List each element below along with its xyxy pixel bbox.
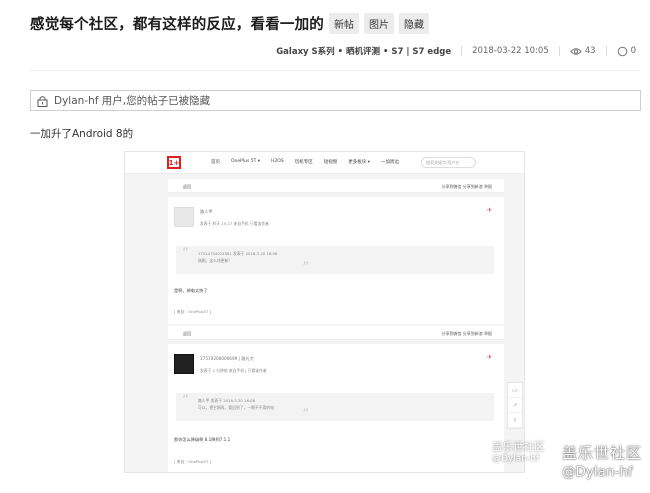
post-toolbar: 返回 分享到微信 分享到新浪 举报 <box>168 326 504 340</box>
quote-block: “ 路人甲 发表于 2018-3-20 16:08 可以，把它刷再，要回到了，一… <box>176 393 494 421</box>
divider <box>30 70 640 71</box>
embedded-screenshot: 1+ 首页 OnePlus 5T ▾ H2OS 玩机专区 短视频 更多板块 ▾ … <box>124 151 525 473</box>
watermark-site: 盖乐世社区 <box>492 441 545 453</box>
nav-item: 短视频 <box>323 160 338 165</box>
quote-text: 刚刷，这么快更新！ <box>198 258 233 263</box>
reply-count: 0 <box>630 46 636 56</box>
lock-icon <box>37 95 48 107</box>
forum-post: 路人甲 发表于 昨天 15:27 来自手机 只看该作者 ✈ “ 17514704… <box>168 197 504 324</box>
quote-header: 1751470402458​1 发表于 2018-3-20 16:08 <box>198 251 278 256</box>
tag-new[interactable]: 新帖 <box>329 13 359 34</box>
avatar <box>174 354 194 374</box>
nav-item: 更多板块 ▾ <box>348 160 370 165</box>
post-text: 是啊，掉电太快了 <box>174 288 208 293</box>
hidden-notice: Dylan-hf 用户,您的帖子已被隐藏 <box>30 90 641 111</box>
post-body: 一加升了Android 8的 <box>30 128 134 140</box>
post-user: 路人甲 <box>200 209 213 214</box>
quote-text: 可以，把它刷再，要回到了，一眼不不用的电 <box>198 405 274 410</box>
forum-navbar: 1+ 首页 OnePlus 5T ▾ H2OS 玩机专区 短视频 更多板块 ▾ … <box>125 152 524 174</box>
quote-icon: ” <box>302 407 309 422</box>
divider <box>605 46 607 56</box>
forum-nav: 首页 OnePlus 5T ▾ H2OS 玩机专区 短视频 更多板块 ▾ 一加周… <box>211 159 410 165</box>
watermark-large: 盖乐世社区 @Dylan-hf <box>562 442 642 480</box>
post-date: 2018-03-22 10:05 <box>472 46 549 56</box>
oneplus-logo: 1+ <box>167 156 181 169</box>
watermark-site: 盖乐世社区 <box>562 444 643 462</box>
quote-icon: ” <box>302 260 309 275</box>
post-meta: Galaxy S系列 • 晒机评测 • S7 | S7 edge 2018-03… <box>276 45 636 57</box>
tag-image[interactable]: 图片 <box>364 13 394 34</box>
quote-icon: “ <box>182 246 189 261</box>
share-actions: 分享到微信 分享到新浪 举报 <box>441 184 492 189</box>
post-source: [ 来自：OnePlus5T ] <box>174 309 211 314</box>
forum-post: 1751920800669​9 | 路光大 发表于 2 分钟前 来自手机 | 只… <box>168 344 504 472</box>
back-link: 返回 <box>183 331 191 336</box>
arrow-up-icon: ⇧ <box>508 413 522 428</box>
nav-item: H2OS <box>271 159 284 164</box>
tag-hidden[interactable]: 隐藏 <box>399 13 429 34</box>
pin-icon: ✈ <box>486 354 492 361</box>
quote-block: “ 1751470402458​1 发表于 2018-3-20 16:08 刚刷… <box>176 246 494 274</box>
side-toolbar: ▭ ↗ ⇧ <box>507 382 523 429</box>
message-icon: ▭ <box>508 383 522 398</box>
post-user: 1751920800669​9 | 路光大 <box>200 356 254 361</box>
post-toolbar: 返回 分享到微信 分享到新浪 举报 <box>168 179 504 193</box>
divider <box>461 46 463 56</box>
post-title: 感觉每个社区，都有这样的反应，看看一加的 <box>30 17 324 33</box>
post-meta: 发表于 2 分钟前 来自手机 | 只看该作者 <box>200 368 267 373</box>
watermark-user: @Dylan-hf <box>562 464 633 480</box>
nav-item: OnePlus 5T ▾ <box>231 159 261 164</box>
avatar <box>174 207 194 227</box>
quote-header: 路人甲 发表于 2018-3-20 16:08 <box>198 398 255 403</box>
back-link: 返回 <box>183 184 191 189</box>
view-count: 43 <box>584 46 596 56</box>
post-source: [ 来自：OnePlus5T ] <box>174 459 211 464</box>
notice-text: Dylan-hf 用户,您的帖子已被隐藏 <box>54 95 211 107</box>
comment-icon <box>617 46 628 57</box>
nav-item: 一加周边 <box>380 160 399 165</box>
nav-item: 首页 <box>211 160 220 165</box>
watermark-small: 盖乐世社区 @Dylan-hf <box>492 439 545 464</box>
forum-search: 搜索关键字/用户名 <box>421 157 476 168</box>
post-title-row: 感觉每个社区，都有这样的反应，看看一加的 新帖 图片 隐藏 <box>30 13 429 34</box>
watermark-user: @Dylan-hf <box>492 454 540 464</box>
divider <box>558 46 560 56</box>
post-text: 那你怎么降级啊 8.1降到7.1.1 <box>174 437 231 442</box>
category-breadcrumb[interactable]: Galaxy S系列 • 晒机评测 • S7 | S7 edge <box>276 45 451 57</box>
share-icon: ↗ <box>508 398 522 413</box>
quote-icon: “ <box>182 393 189 408</box>
eye-icon <box>570 47 582 56</box>
share-actions: 分享到微信 分享到新浪 举报 <box>441 331 492 336</box>
nav-item: 玩机专区 <box>294 160 313 165</box>
post-meta: 发表于 昨天 15:27 来自手机 只看该作者 <box>200 221 269 226</box>
pin-icon: ✈ <box>486 207 492 214</box>
